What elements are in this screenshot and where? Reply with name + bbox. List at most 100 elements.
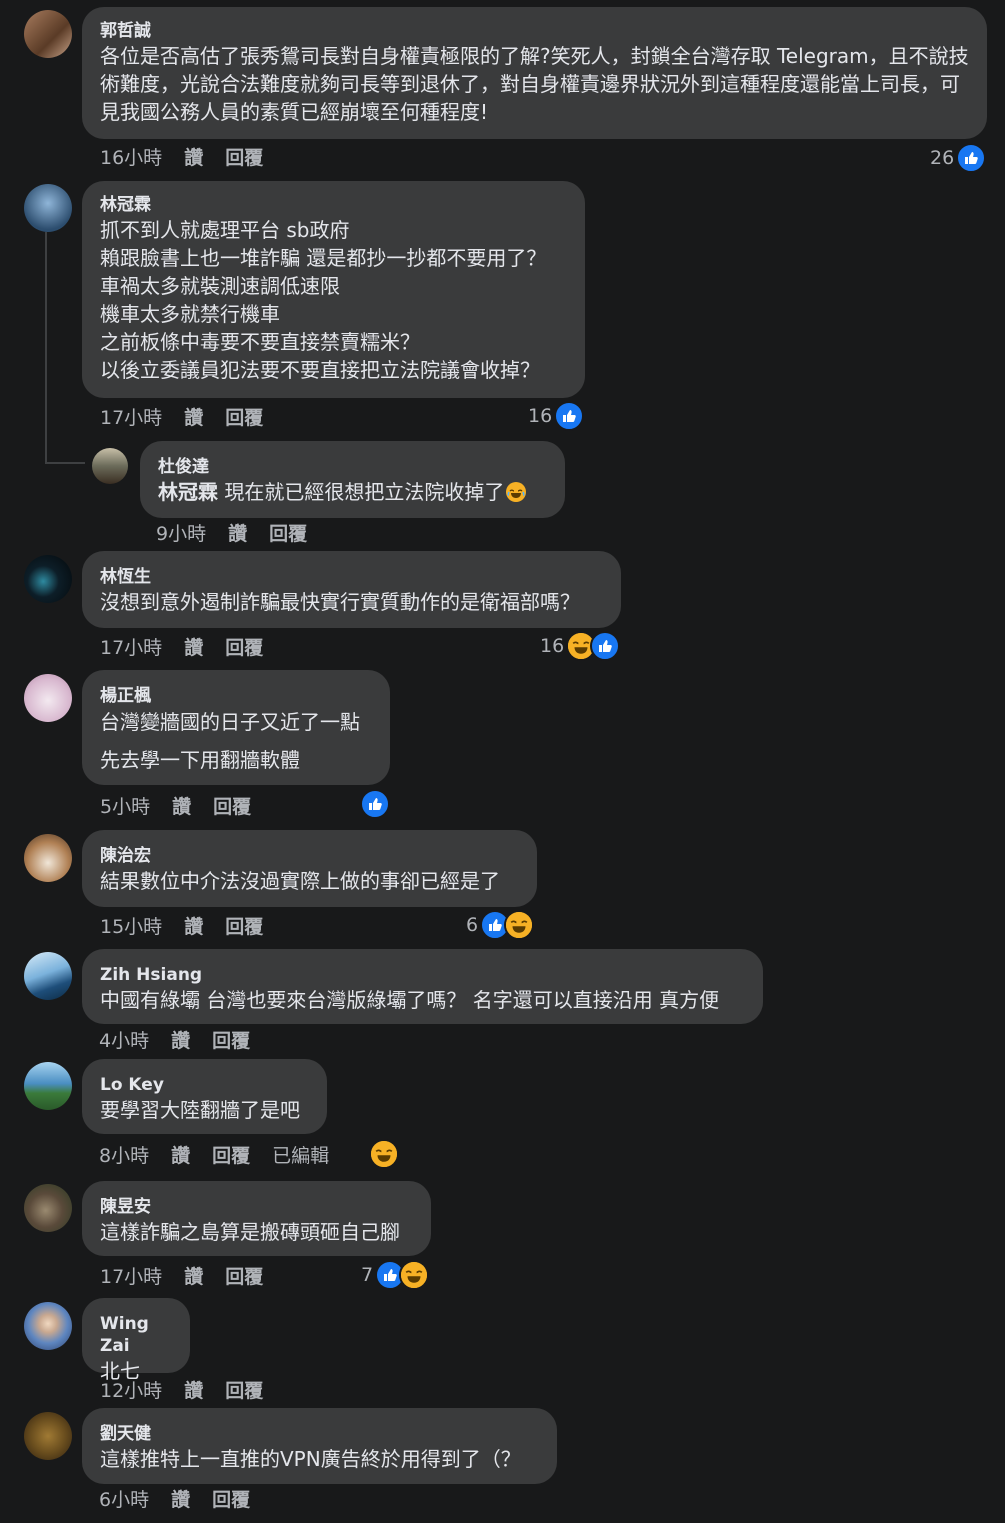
comment-actions: 16小時讚回覆 <box>100 146 285 170</box>
like-button[interactable]: 讚 <box>184 915 203 939</box>
like-button[interactable]: 讚 <box>172 795 191 819</box>
comment-text: 這樣推特上一直推的VPN廣告終於用得到了（？ <box>100 1447 521 1471</box>
avatar[interactable] <box>24 952 72 1000</box>
like-button[interactable]: 讚 <box>184 1379 203 1403</box>
avatar[interactable] <box>24 10 72 58</box>
reply-button[interactable]: 回覆 <box>212 1488 250 1512</box>
mention-link[interactable]: 林冠霖 <box>158 480 218 504</box>
reply-button[interactable]: 回覆 <box>225 915 263 939</box>
reaction-count: 7 <box>361 1264 374 1286</box>
like-button[interactable]: 讚 <box>171 1029 190 1053</box>
comment-actions: 15小時讚回覆 <box>100 915 285 939</box>
avatar[interactable] <box>24 1302 72 1350</box>
reaction-summary[interactable]: 7 <box>361 1260 430 1290</box>
comment-text: 結果數位中介法沒過實際上做的事卻已經是了 <box>100 869 500 893</box>
avatar[interactable] <box>24 1062 72 1110</box>
comment-bubble: 陳治宏 結果數位中介法沒過實際上做的事卻已經是了 <box>82 830 537 907</box>
reaction-summary[interactable]: 16 <box>528 401 585 431</box>
laughing-emoji-icon <box>506 482 527 502</box>
comment-author[interactable]: 陳昱安 <box>100 1196 413 1218</box>
like-button[interactable]: 讚 <box>184 146 203 170</box>
comment-actions: 17小時讚回覆 <box>100 1265 285 1289</box>
comment-timestamp[interactable]: 15小時 <box>100 915 162 939</box>
comment-author[interactable]: 杜俊達 <box>158 456 547 478</box>
like-button[interactable]: 讚 <box>184 406 203 430</box>
thread-connector-elbow <box>45 462 85 464</box>
comment-bubble: 劉天健 這樣推特上一直推的VPN廣告終於用得到了（？ <box>82 1408 557 1484</box>
reply-text: 現在就已經很想把立法院收掉了 <box>218 480 505 504</box>
comment-author[interactable]: Wing Zai <box>100 1313 172 1357</box>
avatar[interactable] <box>24 184 72 232</box>
comment-timestamp[interactable]: 6小時 <box>99 1488 149 1512</box>
comment-text: 要學習大陸翻牆了是吧 <box>100 1098 300 1122</box>
comment-timestamp[interactable]: 17小時 <box>100 1265 162 1289</box>
avatar[interactable] <box>24 555 72 603</box>
reply-bubble: 杜俊達 林冠霖 現在就已經很想把立法院收掉了 <box>140 441 565 518</box>
comment-actions: 9小時讚回覆 <box>156 522 329 546</box>
comment-text: 沒想到意外遏制詐騙最快實行實質動作的是衛福部嗎？ <box>100 590 580 614</box>
comment-timestamp[interactable]: 17小時 <box>100 636 162 660</box>
comment-bubble: 郭哲誠 各位是否高估了張秀鴛司長對自身權責極限的了解?笑死人，封鎖全台灣存取 T… <box>82 7 987 139</box>
comment-text: 台灣變牆國的日子又近了一點 先去學一下用翻牆軟體 <box>100 710 360 772</box>
reaction-summary[interactable]: 6 <box>466 910 535 940</box>
avatar[interactable] <box>24 1184 72 1232</box>
comment-author[interactable]: Zih Hsiang <box>100 964 745 986</box>
comment-text: 這樣詐騙之島算是搬磚頭砸自己腳 <box>100 1220 400 1244</box>
comment-bubble: Lo Key 要學習大陸翻牆了是吧 <box>82 1059 327 1134</box>
like-reaction-icon <box>554 401 585 431</box>
comment-timestamp[interactable]: 5小時 <box>100 795 150 819</box>
comment-text: 林冠霖 現在就已經很想把立法院收掉了 <box>158 478 547 506</box>
comment-actions: 17小時讚回覆 <box>100 406 285 430</box>
reply-button[interactable]: 回覆 <box>269 522 307 546</box>
reaction-count: 16 <box>540 635 565 657</box>
edited-label: 已編輯 <box>272 1145 330 1167</box>
comment-author[interactable]: Lo Key <box>100 1074 309 1096</box>
like-button[interactable]: 讚 <box>184 1265 203 1289</box>
comment-author[interactable]: 陳治宏 <box>100 845 519 867</box>
avatar[interactable] <box>24 1412 72 1460</box>
reaction-summary[interactable]: 26 <box>930 143 987 173</box>
comment-actions: 12小時讚回覆 <box>100 1379 285 1403</box>
comment-timestamp[interactable]: 4小時 <box>99 1029 149 1053</box>
comment-timestamp[interactable]: 17小時 <box>100 406 162 430</box>
reaction-summary[interactable] <box>358 789 390 819</box>
reply-button[interactable]: 回覆 <box>212 1029 250 1053</box>
comment-timestamp[interactable]: 8小時 <box>99 1144 149 1168</box>
comment-text: 中國有綠壩 台灣也要來台灣版綠壩了嗎？ 名字還可以直接沿用 真方便 <box>100 988 720 1012</box>
comment-actions: 17小時讚回覆 <box>100 636 285 660</box>
reply-button[interactable]: 回覆 <box>213 795 251 819</box>
reply-button[interactable]: 回覆 <box>225 146 263 170</box>
comment-author[interactable]: 郭哲誠 <box>100 20 969 42</box>
comment-bubble: 楊正楓 台灣變牆國的日子又近了一點 先去學一下用翻牆軟體 <box>82 670 390 785</box>
haha-reaction-icon <box>399 1260 430 1290</box>
thread-connector <box>45 232 47 464</box>
comment-author[interactable]: 林恆生 <box>100 566 603 588</box>
comment-timestamp[interactable]: 12小時 <box>100 1379 162 1403</box>
comment-timestamp[interactable]: 16小時 <box>100 146 162 170</box>
comment-author[interactable]: 林冠霖 <box>100 194 567 216</box>
reaction-summary[interactable]: 16 <box>540 631 621 661</box>
comment-actions: 6小時讚回覆 <box>99 1488 272 1512</box>
comment-actions: 4小時讚回覆 <box>99 1029 272 1053</box>
reply-button[interactable]: 回覆 <box>212 1144 250 1168</box>
avatar[interactable] <box>92 448 128 484</box>
comment-bubble: 林冠霖 抓不到人就處理平台 sb政府 賴跟臉書上也一堆詐騙 還是都抄一抄都不要用… <box>82 181 585 398</box>
like-button[interactable]: 讚 <box>171 1144 190 1168</box>
like-button[interactable]: 讚 <box>171 1488 190 1512</box>
reaction-count: 6 <box>466 914 479 936</box>
haha-reaction-icon <box>504 910 535 940</box>
comment-actions: 5小時讚回覆 <box>100 795 273 819</box>
like-button[interactable]: 讚 <box>184 636 203 660</box>
reply-button[interactable]: 回覆 <box>225 1379 263 1403</box>
like-button[interactable]: 讚 <box>228 522 247 546</box>
comment-bubble: 林恆生 沒想到意外遏制詐騙最快實行實質動作的是衛福部嗎？ <box>82 551 621 628</box>
avatar[interactable] <box>24 674 72 722</box>
reply-button[interactable]: 回覆 <box>225 1265 263 1289</box>
reply-button[interactable]: 回覆 <box>225 406 263 430</box>
comment-author[interactable]: 劉天健 <box>100 1423 539 1445</box>
like-reaction-icon <box>590 631 621 661</box>
comment-timestamp[interactable]: 9小時 <box>156 522 206 546</box>
reply-button[interactable]: 回覆 <box>225 636 263 660</box>
reaction-summary[interactable] <box>367 1139 399 1169</box>
avatar[interactable] <box>24 834 72 882</box>
